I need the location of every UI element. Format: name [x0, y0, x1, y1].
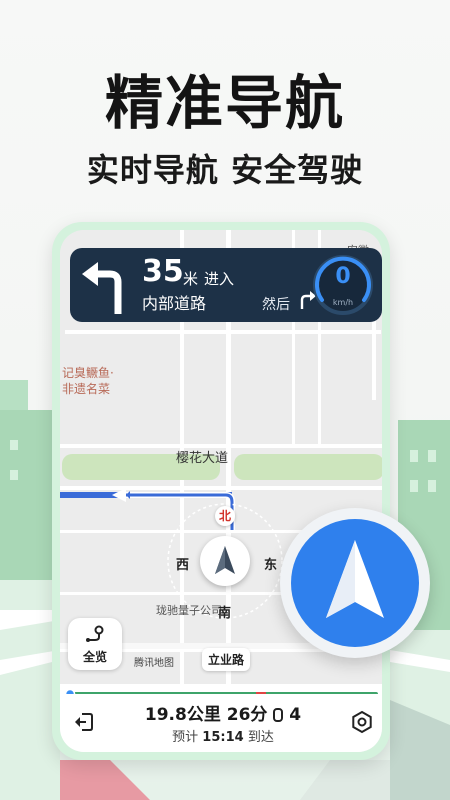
- poi-label: 记臭鳜鱼·: [62, 366, 114, 380]
- headline: 精准导航: [104, 69, 345, 137]
- overview-label: 全览: [82, 650, 107, 664]
- navigation-arrow-icon: [291, 519, 419, 647]
- navigation-screen: 安徽... 传媒 记臭鳜鱼· 非遗名菜 樱花大道 珑驰量子公司 北 西 东 南 …: [60, 230, 382, 752]
- compass-north: 北: [215, 506, 235, 526]
- phone-frame: 安徽... 传媒 记臭鳜鱼· 非遗名菜 樱花大道 珑驰量子公司 北 西 东 南 …: [52, 222, 390, 760]
- route-info-panel: 19.8公里 26分 4 预计 15:14 到达: [60, 694, 382, 752]
- speed-unit: km/h: [332, 298, 354, 307]
- eta-time: 15:14: [202, 730, 244, 745]
- then-label: 然后: [262, 297, 290, 313]
- settings-icon[interactable]: [350, 710, 374, 734]
- turn-distance: 35: [142, 254, 184, 289]
- eta-prefix: 预计: [172, 730, 199, 745]
- eta: 预计 15:14 到达: [110, 726, 336, 745]
- traffic-light-icon: [273, 708, 284, 722]
- current-road-tag: 立业路: [202, 648, 251, 671]
- navigation-start-button[interactable]: [280, 508, 430, 658]
- street-label: 樱花大道: [176, 451, 229, 466]
- eta-suffix: 到达: [247, 730, 274, 745]
- next-road-name: 内部道路: [142, 294, 207, 313]
- route-overview-icon: [86, 625, 104, 642]
- compass-west: 西: [176, 558, 190, 573]
- overview-button[interactable]: 全览: [68, 618, 122, 670]
- navigation-banner: 35 米 进入 内部道路 然后 0 km/h: [70, 248, 382, 322]
- subline: 实时导航 安全驾驶: [86, 151, 364, 189]
- car-position-icon: [200, 536, 250, 586]
- remaining-time: 26分: [226, 705, 268, 725]
- exit-navigation-icon[interactable]: [72, 710, 96, 734]
- poi-label: 非遗名菜: [62, 382, 111, 396]
- map-source-label: 腾讯地图: [134, 658, 174, 669]
- turn-left-icon: [82, 262, 122, 314]
- speed-value: 0: [335, 264, 351, 289]
- turn-action: 进入: [204, 270, 235, 288]
- turn-distance-unit: 米: [183, 270, 199, 288]
- company-label: 珑驰量子公司: [156, 604, 222, 617]
- traffic-light-count: 4: [289, 705, 302, 725]
- compass-south: 南: [218, 606, 232, 621]
- compass-east: 东: [264, 558, 278, 573]
- route-progress-bar: [60, 684, 382, 700]
- remaining-distance: 19.8公里: [144, 705, 221, 725]
- route-stats: 19.8公里 26分 4: [110, 700, 336, 725]
